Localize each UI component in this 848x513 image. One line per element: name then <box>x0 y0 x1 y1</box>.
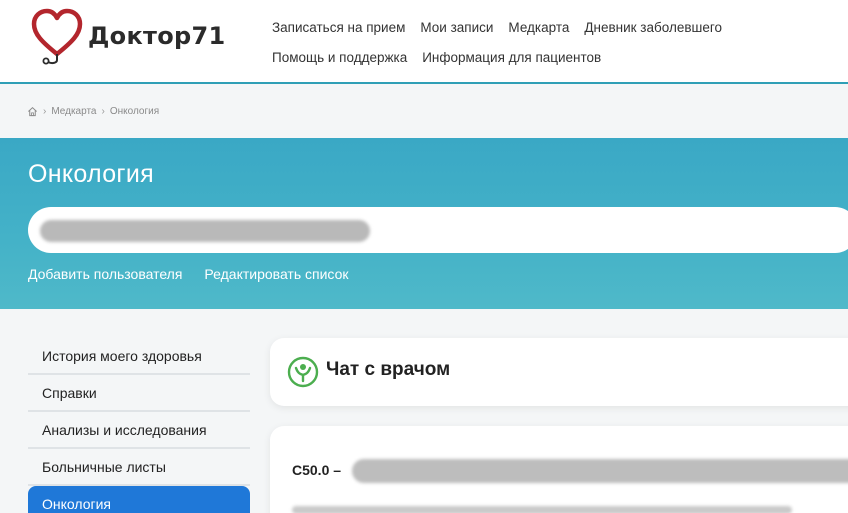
banner-actions: Добавить пользователя Редактировать спис… <box>28 266 349 282</box>
page-title: Онкология <box>28 160 154 188</box>
nav-item-appointment[interactable]: Записаться на прием <box>272 20 405 35</box>
nav-row-2: Помощь и поддержка Информация для пациен… <box>272 42 832 72</box>
site-header: Доктор71 Записаться на прием Мои записи … <box>0 0 848 84</box>
main-nav: Записаться на прием Мои записи Медкарта … <box>272 12 832 72</box>
sidebar-item-oncology[interactable]: Онкология <box>28 486 250 513</box>
chat-title: Чат с врачом <box>326 359 451 380</box>
add-user-link[interactable]: Добавить пользователя <box>28 266 182 282</box>
breadcrumb-separator: › <box>101 105 105 117</box>
user-selector[interactable] <box>28 207 848 253</box>
breadcrumb: › Медкарта › Онкология <box>27 104 159 118</box>
sidebar-menu: История моего здоровья Справки Анализы и… <box>28 338 250 513</box>
diagnosis-code: C50.0 – <box>292 462 342 478</box>
section-banner: Онкология Добавить пользователя Редактир… <box>0 138 848 309</box>
nav-row-1: Записаться на прием Мои записи Медкарта … <box>272 12 832 42</box>
sidebar-item-sick-leave[interactable]: Больничные листы <box>28 449 250 486</box>
chat-with-doctor-card[interactable]: Чат с врачом <box>270 338 848 406</box>
breadcrumb-item-medcard[interactable]: Медкарта <box>51 106 96 117</box>
redacted-diagnosis-name <box>352 459 848 483</box>
sidebar-item-tests[interactable]: Анализы и исследования <box>28 412 250 449</box>
nav-item-help[interactable]: Помощь и поддержка <box>272 50 407 65</box>
edit-list-link[interactable]: Редактировать список <box>204 266 348 282</box>
breadcrumb-item-oncology: Онкология <box>109 105 160 117</box>
logo-text: Доктор71 <box>88 22 226 50</box>
home-icon[interactable] <box>27 106 38 117</box>
redacted-diagnosis-text <box>292 506 792 513</box>
nav-item-diary[interactable]: Дневник заболевшего <box>584 20 722 35</box>
sidebar-item-certificates[interactable]: Справки <box>28 375 250 412</box>
breadcrumb-separator: › <box>43 105 47 117</box>
nav-item-my-records[interactable]: Мои записи <box>420 20 493 35</box>
redacted-user-name <box>40 220 370 242</box>
sidebar-item-health-history[interactable]: История моего здоровья <box>28 338 250 375</box>
heart-stethoscope-icon <box>31 8 83 65</box>
nav-item-patient-info[interactable]: Информация для пациентов <box>422 50 601 65</box>
doctor-chat-icon <box>287 356 319 388</box>
diagnosis-card: C50.0 – <box>270 426 848 513</box>
site-logo[interactable]: Доктор71 <box>30 8 230 66</box>
nav-item-medcard[interactable]: Медкарта <box>508 20 569 35</box>
